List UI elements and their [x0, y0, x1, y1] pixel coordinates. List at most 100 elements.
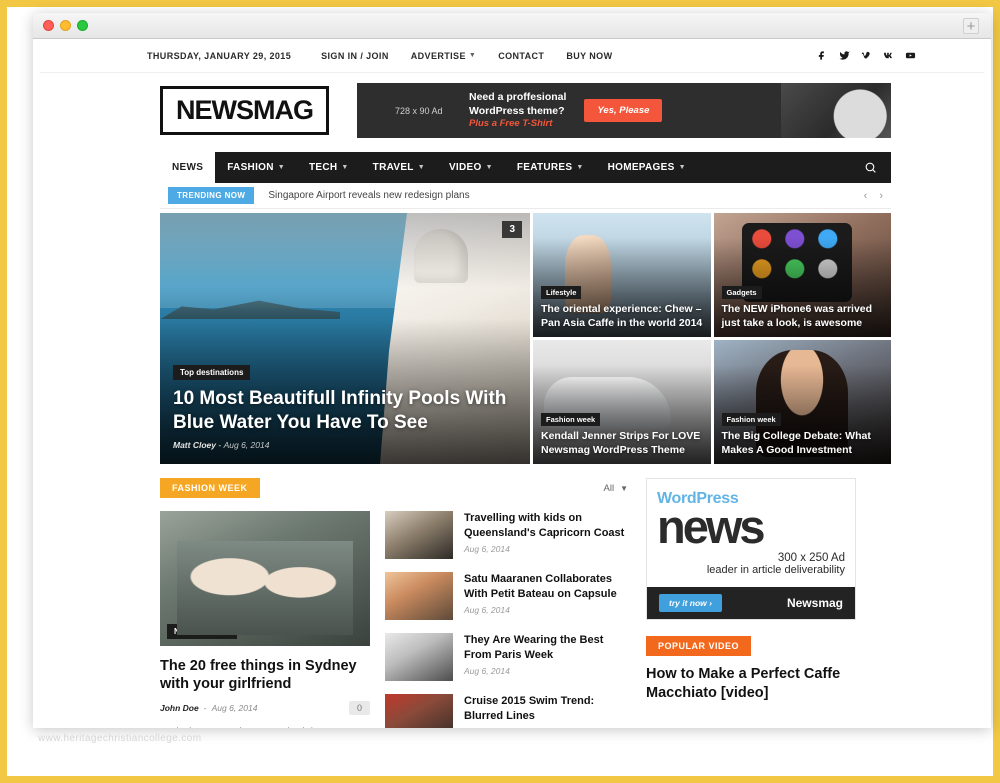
hero-card-lifestyle[interactable]: Lifestyle The oriental experience: Chew …	[533, 213, 711, 337]
nav-item-features-label: FEATURES	[516, 162, 573, 173]
list-item-date: Aug 6, 2014	[464, 605, 510, 616]
vk-icon[interactable]	[883, 50, 894, 61]
nav-item-tech-label: TECH	[309, 162, 338, 173]
close-window-button[interactable]	[43, 20, 54, 31]
chevron-down-icon: ▼	[417, 164, 425, 171]
nav-item-video[interactable]: VIDEO ▼	[437, 152, 505, 183]
hero-side-row-top: Lifestyle The oriental experience: Chew …	[533, 213, 891, 337]
list-item[interactable]: Satu Maaranen Collaborates With Petit Ba…	[385, 572, 628, 620]
list-item-title[interactable]: Cruise 2015 Swim Trend: Blurred Lines	[464, 694, 628, 723]
vimeo-icon[interactable]	[861, 50, 872, 61]
browser-window: + Thursday, January 29, 2015 Sign in / J…	[33, 13, 991, 728]
sidebar-ad-brand-name: Newsmag	[786, 596, 843, 611]
nav-item-news-label: NEWS	[172, 162, 204, 173]
hero-side-grid: Lifestyle The oriental experience: Chew …	[533, 213, 891, 464]
main-navigation: NEWS FASHION ▼ TECH ▼ TRAVEL ▼ VIDEO ▼ FEATU…	[160, 152, 891, 183]
sidebar-ad-size-label: 300 x 250 Ad	[777, 552, 845, 565]
lower-content: FASHION WEEK All ▼ New York 2014 The 20 …	[160, 478, 891, 728]
leaderboard-ad[interactable]: 728 x 90 Ad Need a proffesional WordPres…	[357, 83, 891, 138]
hero-card-lifestyle-meta: Lifestyle The oriental experience: Chew …	[541, 282, 703, 330]
section-filter-dropdown[interactable]: All ▼	[604, 483, 628, 494]
hero-card-gadgets-category[interactable]: Gadgets	[721, 286, 762, 300]
window-controls[interactable]	[43, 20, 88, 31]
top-nav: Sign in / Join Advertise ▼ Contact Buy No…	[321, 51, 612, 61]
hero-date: Aug 6, 2014	[223, 440, 270, 450]
hero-author[interactable]: Matt Cloey	[173, 440, 216, 450]
site-logo[interactable]: NEWSMAG	[160, 86, 329, 135]
hero-title[interactable]: 10 Most Beautifull Infinity Pools With B…	[173, 387, 510, 434]
list-item[interactable]: They Are Wearing the Best From Paris Wee…	[385, 633, 628, 681]
twitter-icon[interactable]	[839, 50, 850, 61]
sidebar-ad[interactable]: WordPress news 300 x 250 Ad leader in ar…	[646, 478, 856, 621]
site-header: NEWSMAG 728 x 90 Ad Need a proffesional …	[40, 73, 984, 152]
list-item[interactable]: Cruise 2015 Swim Trend: Blurred Lines	[385, 694, 628, 728]
hero-card-gadgets-meta: Gadgets The NEW iPhone6 was arrived just…	[721, 282, 884, 330]
feature-article-author[interactable]: John Doe	[160, 703, 199, 713]
popular-video-title[interactable]: How to Make a Perfect Caffe Macchiato [v…	[646, 665, 856, 702]
nav-item-tech[interactable]: TECH ▼	[297, 152, 361, 183]
search-button[interactable]	[850, 152, 891, 183]
feature-article-category[interactable]: New York 2014	[167, 624, 237, 639]
browser-viewport: Thursday, January 29, 2015 Sign in / Joi…	[33, 39, 991, 728]
fashion-week-section: FASHION WEEK All ▼ New York 2014 The 20 …	[160, 478, 628, 728]
ad-copy-line2: WordPress theme?	[469, 105, 565, 118]
maximize-window-button[interactable]	[77, 20, 88, 31]
hero-card-college-meta: Fashion week The Big College Debate: Wha…	[721, 409, 884, 457]
top-nav-buy-now[interactable]: Buy Now	[566, 51, 612, 61]
trending-controls: ‹ ›	[864, 190, 887, 202]
trending-next-arrow-icon[interactable]: ›	[879, 190, 883, 202]
chevron-down-icon: ▼	[620, 483, 628, 493]
ad-copy-line1: Need a proffesional	[469, 90, 567, 103]
section-badge-fashion-week[interactable]: FASHION WEEK	[160, 478, 260, 498]
section-header: FASHION WEEK All ▼	[160, 478, 628, 498]
top-nav-sign-in[interactable]: Sign in / Join	[321, 51, 389, 61]
trending-headline[interactable]: Singapore Airport reveals new redesign p…	[268, 190, 469, 201]
search-icon	[865, 162, 876, 173]
feature-article-title[interactable]: The 20 free things in Sydney with your g…	[160, 657, 370, 694]
list-item-title[interactable]: They Are Wearing the Best From Paris Wee…	[464, 633, 628, 662]
popular-video-badge[interactable]: POPULAR VIDEO	[646, 636, 752, 657]
feature-article-excerpt: And when we woke up, we had these bodies…	[160, 724, 370, 728]
hero-card-college-title[interactable]: The Big College Debate: What Makes A Goo…	[722, 430, 884, 457]
hero-card-kendall-title[interactable]: Kendall Jenner Strips For LOVE Newsmag W…	[541, 430, 703, 457]
hero-card-college-category[interactable]: Fashion week	[721, 413, 781, 427]
list-item[interactable]: Travelling with kids on Queensland's Cap…	[385, 511, 628, 559]
top-nav-advertise[interactable]: Advertise ▼	[411, 51, 476, 61]
sidebar-ad-cta-button[interactable]: try it now ›	[659, 594, 722, 613]
trending-prev-arrow-icon[interactable]: ‹	[864, 190, 868, 202]
minimize-window-button[interactable]	[60, 20, 71, 31]
nav-item-travel[interactable]: TRAVEL ▼	[361, 152, 437, 183]
hero-card-kendall-category[interactable]: Fashion week	[541, 413, 601, 427]
feature-article[interactable]: New York 2014 The 20 free things in Sydn…	[160, 511, 370, 728]
hero-card-gadgets-title[interactable]: The NEW iPhone6 was arrived just take a …	[722, 303, 884, 330]
nav-item-fashion[interactable]: FASHION ▼	[215, 152, 297, 183]
hero-card-lifestyle-category[interactable]: Lifestyle	[541, 286, 582, 300]
feature-article-image: New York 2014	[160, 511, 370, 646]
watermark: www.heritagechristiancollege.com	[38, 733, 202, 744]
feature-article-comment-count[interactable]: 0	[348, 700, 370, 715]
section-body: New York 2014 The 20 free things in Sydn…	[160, 511, 628, 728]
facebook-icon[interactable]	[817, 50, 828, 61]
list-item-date: Aug 6, 2014	[464, 544, 510, 555]
nav-item-features[interactable]: FEATURES ▼	[505, 152, 596, 183]
hero-card-college[interactable]: Fashion week The Big College Debate: Wha…	[713, 340, 891, 464]
hero-card-lifestyle-title[interactable]: The oriental experience: Chew – Pan Asia…	[541, 303, 703, 330]
nav-item-news[interactable]: NEWS	[160, 152, 216, 183]
ad-cta-button[interactable]: Yes, Please	[584, 99, 663, 122]
list-item-title[interactable]: Satu Maaranen Collaborates With Petit Ba…	[464, 572, 628, 601]
youtube-icon[interactable]	[905, 50, 916, 61]
hero-card-kendall[interactable]: Fashion week Kendall Jenner Strips For L…	[533, 340, 711, 464]
hero-count-badge: 3	[502, 221, 522, 238]
nav-item-homepages[interactable]: HOMEPAGES ▼	[596, 152, 698, 183]
list-item-title[interactable]: Travelling with kids on Queensland's Cap…	[464, 511, 628, 540]
top-nav-contact[interactable]: Contact	[498, 51, 544, 61]
new-tab-button[interactable]: +	[963, 18, 979, 34]
list-item-thumbnail	[385, 572, 453, 620]
feature-byline-separator: -	[203, 702, 207, 713]
sidebar-ad-footer: try it now › Newsmag	[647, 587, 855, 620]
hero-category-badge[interactable]: Top destinations	[173, 365, 251, 381]
hero-article[interactable]: 3 Top destinations 10 Most Beautifull In…	[160, 213, 530, 464]
hero-card-gadgets[interactable]: Gadgets The NEW iPhone6 was arrived just…	[713, 213, 891, 337]
chevron-down-icon: ▼	[277, 164, 285, 171]
list-item-thumbnail	[385, 511, 453, 559]
